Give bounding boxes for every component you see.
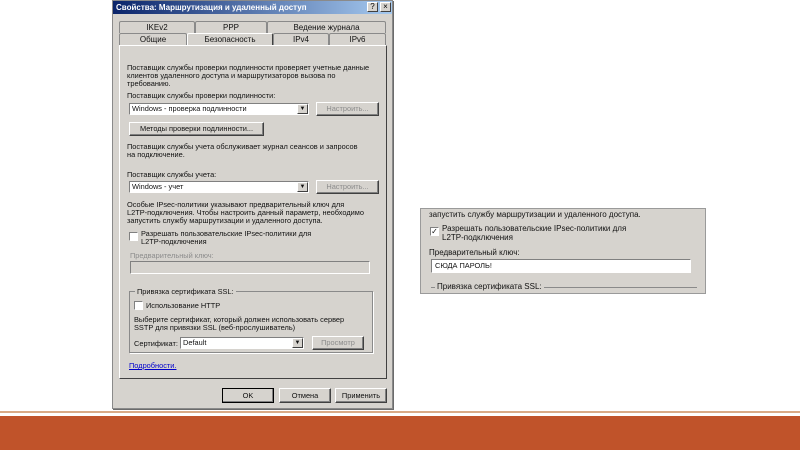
zoom-preshared-key-label: Предварительный ключ:: [429, 248, 520, 257]
tab-ppp[interactable]: PPP: [195, 21, 267, 33]
acct-configure-button[interactable]: Настроить...: [316, 180, 379, 194]
view-cert-button[interactable]: Просмотр: [312, 336, 364, 350]
tabs-bottom-row: Общие Безопасность IPv4 IPv6: [119, 33, 386, 46]
tabs-top-row: IKEv2 PPP Ведение журнала: [119, 21, 386, 33]
preshared-key-input[interactable]: [130, 261, 370, 274]
auth-configure-button[interactable]: Настроить...: [316, 102, 379, 116]
ssl-group-label: Привязка сертификата SSL:: [135, 287, 236, 296]
help-icon[interactable]: ?: [367, 2, 378, 12]
acct-provider-select[interactable]: Windows - учет ▼: [129, 181, 309, 193]
allow-ipsec-label-2: L2TP-подключения: [141, 237, 207, 246]
auth-provider-label: Поставщик службы проверки подлинности:: [127, 91, 276, 100]
auth-provider-value: Windows - проверка подлинности: [132, 104, 247, 113]
tab-logging[interactable]: Ведение журнала: [267, 21, 386, 33]
security-panel: Поставщик службы проверки подлинности пр…: [119, 45, 387, 379]
cert-desc-line-2: SSTP для привязки SSL (веб-прослушивател…: [134, 323, 296, 332]
acct-desc-line-2: на подключение.: [127, 150, 185, 159]
zoom-ssl-group-label: Привязка сертификата SSL:: [435, 282, 544, 291]
auth-methods-button[interactable]: Методы проверки подлинности...: [129, 122, 264, 136]
apply-button[interactable]: Применить: [335, 388, 387, 403]
close-icon[interactable]: ×: [380, 2, 391, 12]
zoom-allow-ipsec-label-2: L2TP-подключения: [442, 233, 513, 242]
use-http-checkbox[interactable]: [134, 301, 143, 310]
cancel-button[interactable]: Отмена: [279, 388, 331, 403]
cert-select[interactable]: Default ▼: [180, 337, 304, 349]
dialog-title: Свойства: Маршрутизация и удаленный дост…: [116, 3, 307, 12]
ssl-binding-group: Привязка сертификата SSL: Использование …: [129, 287, 373, 353]
properties-dialog: Свойства: Маршрутизация и удаленный дост…: [112, 0, 393, 409]
cert-label: Сертификат:: [134, 339, 178, 348]
zoom-allow-ipsec-checkbox[interactable]: ✓: [430, 227, 439, 236]
footer-bar: [0, 416, 800, 450]
allow-ipsec-checkbox[interactable]: [129, 232, 138, 241]
preshared-key-label: Предварительный ключ:: [130, 251, 214, 260]
tab-ikev2[interactable]: IKEv2: [119, 21, 195, 33]
chevron-down-icon[interactable]: ▼: [297, 104, 308, 114]
use-http-label: Использование HTTP: [146, 301, 221, 310]
ipsec-desc-line-3: запустить службу маршрутизации и удаленн…: [127, 216, 323, 225]
chevron-down-icon[interactable]: ▼: [297, 182, 308, 192]
zoom-top-text: запустить службу маршрутизации и удаленн…: [429, 210, 641, 219]
auth-provider-select[interactable]: Windows - проверка подлинности ▼: [129, 103, 309, 115]
cert-value: Default: [183, 338, 207, 347]
acct-provider-label: Поставщик службы учета:: [127, 170, 217, 179]
acct-provider-value: Windows - учет: [132, 182, 184, 191]
ok-button[interactable]: OK: [222, 388, 274, 403]
details-link[interactable]: Подробности.: [129, 361, 176, 370]
zoom-preshared-key-value: СЮДА ПАРОЛЬ!: [435, 261, 492, 270]
tab-general[interactable]: Общие: [119, 33, 187, 45]
chevron-down-icon[interactable]: ▼: [292, 338, 303, 348]
dialog-titlebar: Свойства: Маршрутизация и удаленный дост…: [113, 1, 392, 14]
zoom-allow-ipsec-label-1: Разрешать пользовательские IPsec-политик…: [442, 224, 627, 233]
tab-ipv6[interactable]: IPv6: [329, 33, 386, 45]
tab-ipv4[interactable]: IPv4: [273, 33, 329, 45]
auth-desc-line-3: требованию.: [127, 79, 171, 88]
zoom-inset: запустить службу маршрутизации и удаленн…: [420, 208, 706, 294]
footer-divider: [0, 411, 800, 413]
zoom-preshared-key-input[interactable]: СЮДА ПАРОЛЬ!: [431, 259, 691, 273]
